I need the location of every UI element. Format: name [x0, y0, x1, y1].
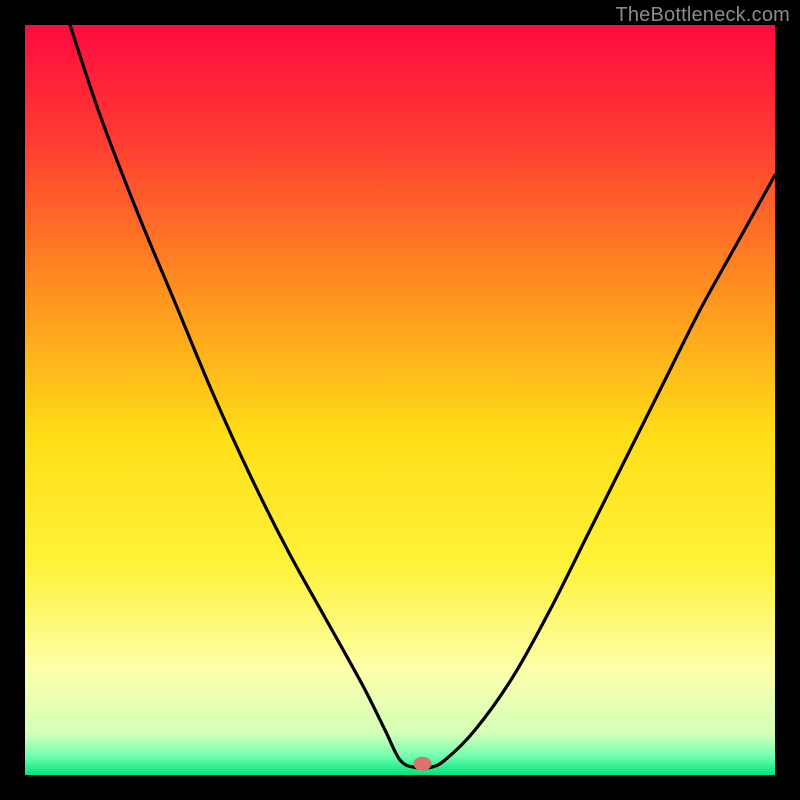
chart-svg — [25, 25, 775, 775]
watermark-text: TheBottleneck.com — [615, 4, 790, 27]
chart-frame: TheBottleneck.com — [0, 0, 800, 800]
plot-area — [25, 25, 775, 775]
optimal-marker — [414, 757, 432, 771]
gradient-background — [25, 25, 775, 775]
